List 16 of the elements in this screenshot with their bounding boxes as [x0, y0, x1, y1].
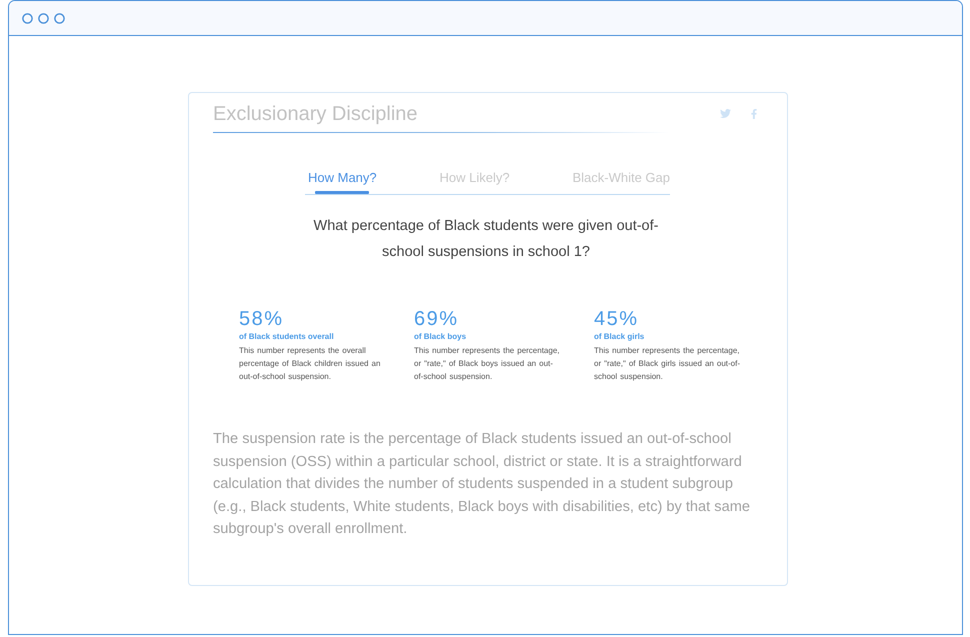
stat-label: of Black students overall — [239, 331, 334, 343]
stat-label: of Black girls — [594, 331, 644, 343]
stat-label: of Black boys — [414, 331, 466, 343]
stat-percentage: 69% — [414, 307, 459, 331]
window-dot-icon[interactable] — [54, 12, 65, 24]
tab[interactable]: How Many? — [308, 170, 377, 194]
stat-percentage: 58% — [239, 307, 284, 331]
question-text: What percentage of Black students were given out-of-school suspensions in school 1? — [312, 217, 660, 262]
stat-description: This number represents the percentage, or "rate," of Black girls issued an out-of-school suspension. — [594, 345, 741, 383]
card-title: Exclusionary Discipline — [213, 102, 419, 127]
window-dot-icon[interactable] — [38, 12, 49, 24]
explanation-text: The suspension rate is the percentage of Black students issued an out-of-school suspension (OSS) within a particular school, district or state. It is a straightforward calculation that divides the number of students suspended in a student subgroup (e.g., Black students, White students, Black boys with disabilities, etc) by that same subgroup's overall enrollment. — [213, 430, 751, 539]
stat-description: This number represents the percentage, or "rate," of Black boys issued an out-of-school suspension. — [414, 345, 561, 383]
stat-percentage: 45% — [594, 307, 639, 331]
window-dot-icon[interactable] — [22, 12, 33, 24]
stat-description: This number represents the overall percentage of Black children issued an out-of-school suspension. — [239, 345, 382, 383]
